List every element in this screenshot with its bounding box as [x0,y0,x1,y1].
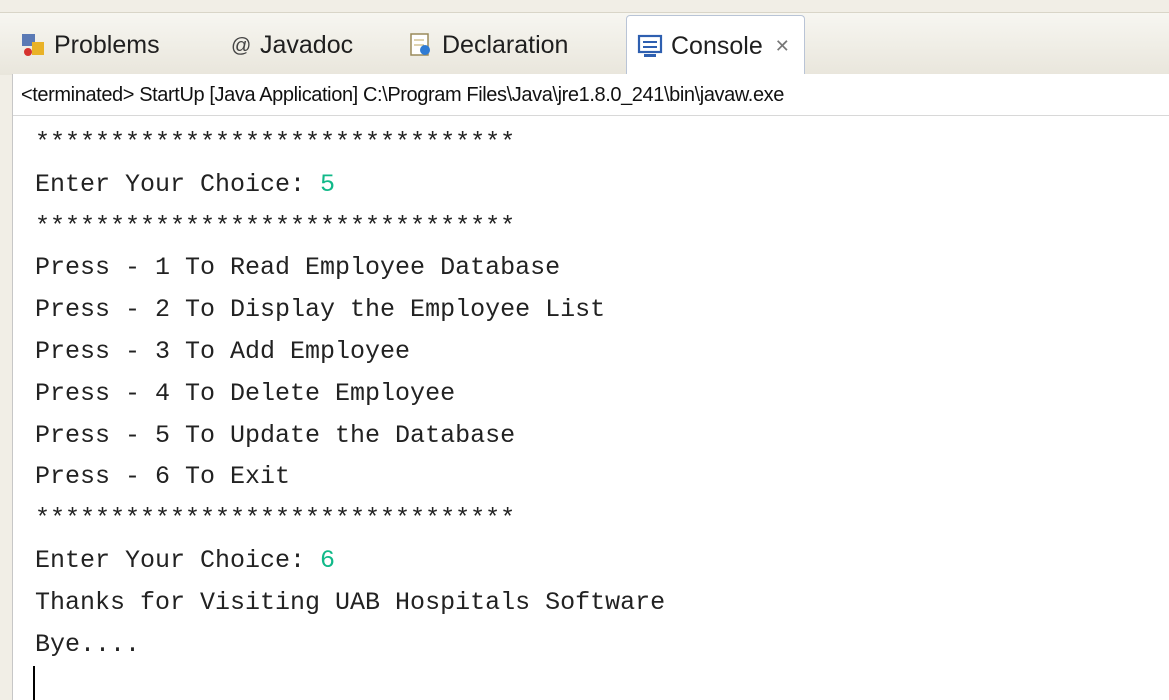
tab-console-label: Console [671,31,763,60]
tab-declaration-label: Declaration [442,30,569,59]
console-output-area[interactable]: <terminated> StartUp [Java Application] … [12,74,1169,700]
tab-javadoc[interactable]: @ Javadoc [230,27,353,63]
separator-line: ******************************** [35,504,516,534]
svg-text:@: @ [231,35,251,57]
bye-message: Bye.... [35,629,141,659]
console-text: ******************************** Enter Y… [35,122,665,665]
at-icon: @ [230,32,252,58]
choice-prompt-line: Enter Your Choice: 6 [35,540,665,582]
text-cursor [33,666,35,700]
tab-declaration[interactable]: Declaration [408,27,568,63]
declaration-icon [408,32,434,58]
menu-option-4: Press - 4 To Delete Employee [35,378,456,408]
menu-option-5: Press - 5 To Update the Database [35,420,516,450]
user-input-value: 6 [320,545,336,575]
tab-javadoc-label: Javadoc [260,30,354,59]
eclipse-console-view: Problems @ Javadoc Declaration Console ✕… [0,0,1169,700]
menu-option-6: Press - 6 To Exit [35,462,291,492]
tab-problems[interactable]: Problems [20,27,160,63]
separator-line: ******************************** [35,128,516,157]
menu-option-1: Press - 1 To Read Employee Database [35,253,561,283]
tab-console[interactable]: Console ✕ [626,15,805,76]
view-tab-bar: Problems @ Javadoc Declaration Console ✕ [0,12,1169,76]
user-input-value: 5 [320,169,336,199]
menu-option-2: Press - 2 To Display the Employee List [35,295,606,325]
thanks-message: Thanks for Visiting UAB Hospitals Softwa… [35,587,666,617]
problems-icon [20,32,46,58]
process-status-line: <terminated> StartUp [Java Application] … [13,74,1169,116]
console-icon [637,33,663,59]
separator-line: ******************************** [35,211,516,241]
tab-problems-label: Problems [54,30,160,59]
choice-prompt-line: Enter Your Choice: 5 [35,164,665,206]
menu-option-3: Press - 3 To Add Employee [35,336,411,366]
prompt-text: Enter Your Choice: [35,545,321,575]
close-tab-icon[interactable]: ✕ [775,36,790,57]
prompt-text: Enter Your Choice: [35,169,321,199]
